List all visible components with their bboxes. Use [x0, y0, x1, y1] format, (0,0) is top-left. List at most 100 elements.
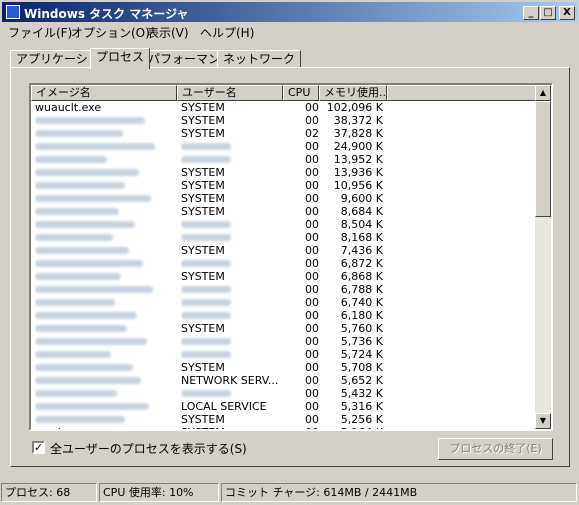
redacted-text — [181, 156, 231, 163]
redacted-text — [35, 143, 155, 150]
menu-file[interactable]: ファイル(F) — [8, 24, 72, 41]
process-image-name — [35, 413, 173, 426]
minimize-button[interactable]: _ — [523, 6, 539, 20]
redacted-text — [35, 312, 137, 319]
redacted-text — [35, 221, 135, 228]
redacted-text — [181, 260, 231, 267]
column-filler — [387, 85, 537, 101]
column-memory[interactable]: メモリ使用... — [319, 85, 387, 101]
table-row[interactable]: 00 8,504 K — [31, 218, 537, 231]
process-user-name — [181, 387, 281, 400]
redacted-text — [35, 299, 115, 306]
process-user-name: SYSTEM — [181, 166, 225, 179]
table-row[interactable]: SYSTEM 02 37,828 K — [31, 127, 537, 140]
menu-options[interactable]: オプション(O) — [71, 24, 150, 41]
redacted-text — [35, 182, 125, 189]
process-image-name — [35, 361, 173, 374]
table-row[interactable]: SYSTEM 00 5,256 K — [31, 413, 537, 426]
process-user-name — [181, 257, 281, 270]
table-row[interactable]: 00 6,180 K — [31, 309, 537, 322]
column-user-name[interactable]: ユーザー名 — [177, 85, 283, 101]
process-image-name — [35, 140, 173, 153]
menu-help[interactable]: ヘルプ(H) — [200, 24, 254, 41]
redacted-text — [35, 377, 141, 384]
scroll-down-arrow-icon[interactable]: ▼ — [535, 413, 551, 429]
redacted-text — [35, 169, 139, 176]
vertical-scrollbar[interactable]: ▲ ▼ — [535, 85, 551, 429]
redacted-text — [35, 156, 107, 163]
tab-networking[interactable]: ネットワーク — [217, 50, 302, 68]
redacted-text — [35, 130, 123, 137]
process-image-name — [35, 166, 173, 179]
column-cpu[interactable]: CPU — [283, 85, 319, 101]
table-row[interactable]: 00 6,740 K — [31, 296, 537, 309]
table-row[interactable]: SYSTEM 00 9,600 K — [31, 192, 537, 205]
process-memory: 13,936 K — [333, 166, 383, 179]
show-all-users-label[interactable]: 全ユーザーのプロセスを表示する(S) — [50, 440, 247, 457]
process-image-name — [35, 400, 173, 413]
process-image-name — [35, 270, 173, 283]
process-memory: 8,504 K — [340, 218, 383, 231]
process-image-name — [35, 348, 173, 361]
process-image-name — [35, 231, 173, 244]
table-row[interactable]: SYSTEM 00 13,936 K — [31, 166, 537, 179]
app-icon — [6, 5, 20, 19]
process-memory: 6,872 K — [340, 257, 383, 270]
show-all-users-checkbox[interactable]: ✓ — [32, 441, 45, 454]
process-user-name: SYSTEM — [181, 114, 225, 127]
end-process-button[interactable]: プロセスの終了(E) — [438, 438, 553, 460]
table-row[interactable]: 00 6,788 K — [31, 283, 537, 296]
table-row[interactable]: SYSTEM 00 5,708 K — [31, 361, 537, 374]
table-row[interactable]: 00 24,900 K — [31, 140, 537, 153]
status-process-count: プロセス: 68 — [1, 483, 97, 502]
process-user-name: SYSTEM — [181, 205, 225, 218]
table-row[interactable]: SYSTEM 00 6,868 K — [31, 270, 537, 283]
table-row[interactable]: 00 5,736 K — [31, 335, 537, 348]
table-row[interactable]: 00 5,724 K — [31, 348, 537, 361]
menu-bar: ファイル(F) オプション(O) 表示(V) ヘルプ(H) — [2, 22, 577, 40]
process-user-name: SYSTEM — [181, 322, 225, 335]
redacted-text — [35, 403, 149, 410]
process-memory: 7,436 K — [340, 244, 383, 257]
scroll-up-arrow-icon[interactable]: ▲ — [535, 85, 551, 101]
redacted-text — [35, 273, 121, 280]
table-row[interactable]: 00 13,952 K — [31, 153, 537, 166]
table-row[interactable]: SYSTEM 00 10,956 K — [31, 179, 537, 192]
process-user-name: SYSTEM — [181, 101, 225, 114]
process-image-name — [35, 114, 173, 127]
tab-processes[interactable]: プロセス — [90, 48, 151, 69]
process-memory: 5,432 K — [340, 387, 383, 400]
process-user-name — [181, 296, 281, 309]
redacted-text — [35, 286, 153, 293]
table-row[interactable]: SYSTEM 00 5,760 K — [31, 322, 537, 335]
process-user-name: SYSTEM — [181, 127, 225, 140]
table-row[interactable]: SYSTEM 00 7,436 K — [31, 244, 537, 257]
table-row[interactable]: csrvices.exeSYSTEM005,164 K — [31, 426, 537, 429]
task-manager-window: Windows タスク マネージャ _ □ X ファイル(F) オプション(O)… — [0, 0, 579, 505]
table-row[interactable]: wuauclt.exe SYSTEM 00 102,096 K — [31, 101, 537, 114]
close-button[interactable]: X — [559, 6, 575, 20]
redacted-text — [35, 117, 145, 124]
redacted-text — [181, 299, 231, 306]
table-row[interactable]: 00 5,432 K — [31, 387, 537, 400]
redacted-text — [35, 234, 113, 241]
process-image-name — [35, 218, 173, 231]
menu-view[interactable]: 表示(V) — [147, 24, 189, 41]
process-list[interactable]: イメージ名 ユーザー名 CPU メモリ使用... wuauclt.exe SYST… — [29, 83, 553, 431]
window-title: Windows タスク マネージャ — [24, 7, 189, 21]
process-memory: 5,736 K — [340, 335, 383, 348]
table-row[interactable]: LOCAL SERVICE 00 5,316 K — [31, 400, 537, 413]
table-row[interactable]: NETWORK SERV... 00 5,652 K — [31, 374, 537, 387]
title-bar[interactable]: Windows タスク マネージャ _ □ X — [2, 2, 577, 22]
process-memory: 5,652 K — [340, 374, 383, 387]
table-row[interactable]: SYSTEM 00 8,684 K — [31, 205, 537, 218]
scroll-thumb[interactable] — [535, 101, 551, 217]
maximize-button[interactable]: □ — [540, 6, 556, 20]
process-image-name — [35, 257, 173, 270]
table-row[interactable]: SYSTEM 00 38,372 K — [31, 114, 537, 127]
process-user-name: LOCAL SERVICE — [181, 400, 267, 413]
redacted-text — [35, 390, 117, 397]
table-row[interactable]: 00 8,168 K — [31, 231, 537, 244]
column-image-name[interactable]: イメージ名 — [31, 85, 177, 101]
table-row[interactable]: 00 6,872 K — [31, 257, 537, 270]
